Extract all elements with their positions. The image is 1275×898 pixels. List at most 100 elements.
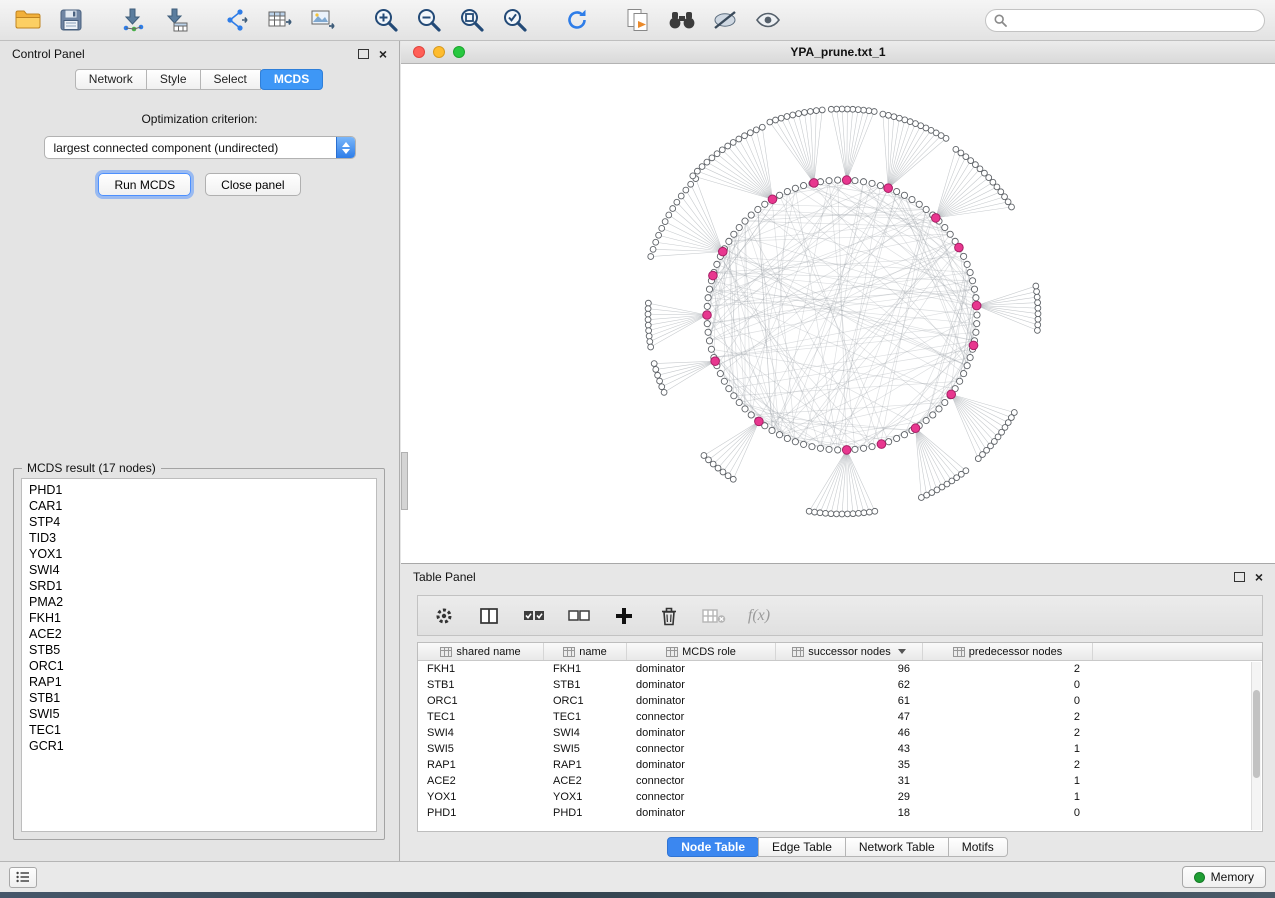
network-scrollbar[interactable] <box>401 452 408 510</box>
delete-table-button[interactable] <box>702 604 726 628</box>
desktop-background <box>0 892 1275 898</box>
close-panel-button[interactable]: Close panel <box>205 173 300 196</box>
table-cell: dominator <box>627 695 776 707</box>
table-tab-network-table[interactable]: Network Table <box>845 837 949 857</box>
eye-icon <box>755 12 781 28</box>
criterion-dropdown[interactable]: largest connected component (undirected) <box>44 136 356 159</box>
table-row[interactable]: TEC1TEC1connector472 <box>418 709 1262 725</box>
table-row[interactable]: SWI5SWI5connector431 <box>418 741 1262 757</box>
import-table-button[interactable] <box>158 5 194 36</box>
graphics-details-button[interactable] <box>707 5 743 36</box>
mcds-result-item[interactable]: TEC1 <box>29 722 369 738</box>
table-cell: dominator <box>627 679 776 691</box>
table-toolbar: f(x) <box>417 595 1263 636</box>
show-hide-details-button[interactable] <box>750 5 786 36</box>
apply-layout-button[interactable] <box>559 5 595 36</box>
table-row[interactable]: ORC1ORC1dominator610 <box>418 693 1262 709</box>
clone-network-button[interactable] <box>621 5 657 36</box>
dropdown-stepper-icon[interactable] <box>336 137 355 158</box>
mcds-result-item[interactable]: SRD1 <box>29 578 369 594</box>
function-builder-button[interactable]: f(x) <box>747 604 771 628</box>
zoom-in-button[interactable] <box>368 5 404 36</box>
mcds-result-item[interactable]: RAP1 <box>29 674 369 690</box>
global-search-field[interactable] <box>985 9 1265 32</box>
tab-network[interactable]: Network <box>75 69 147 90</box>
mcds-result-item[interactable]: TID3 <box>29 530 369 546</box>
column-view-button[interactable] <box>477 604 501 628</box>
table-row[interactable]: ACE2ACE2connector311 <box>418 773 1262 789</box>
deselect-all-rows-button[interactable] <box>567 604 591 628</box>
mcds-result-list[interactable]: PHD1CAR1STP4TID3YOX1SWI4SRD1PMA2FKH1ACE2… <box>21 478 377 832</box>
float-panel-icon[interactable] <box>358 49 369 59</box>
table-row[interactable]: SWI4SWI4dominator462 <box>418 725 1262 741</box>
table-settings-button[interactable] <box>432 604 456 628</box>
table-tab-edge-table[interactable]: Edge Table <box>758 837 846 857</box>
mcds-result-item[interactable]: YOX1 <box>29 546 369 562</box>
network-canvas[interactable] <box>401 64 1275 563</box>
mcds-result-item[interactable]: PHD1 <box>29 482 369 498</box>
mcds-result-item[interactable]: STB5 <box>29 642 369 658</box>
close-table-panel-icon[interactable]: × <box>1255 572 1263 582</box>
create-column-button[interactable] <box>612 604 636 628</box>
tab-mcds[interactable]: MCDS <box>260 69 323 90</box>
export-image-button[interactable] <box>306 5 342 36</box>
task-history-button[interactable] <box>9 867 37 888</box>
mcds-result-item[interactable]: CAR1 <box>29 498 369 514</box>
table-cell: PHD1 <box>418 807 544 819</box>
mcds-result-item[interactable]: STP4 <box>29 514 369 530</box>
select-all-rows-button[interactable] <box>522 604 546 628</box>
export-network-icon <box>225 8 251 32</box>
table-cell: dominator <box>627 663 776 675</box>
tab-style[interactable]: Style <box>146 69 201 90</box>
table-tab-node-table[interactable]: Node Table <box>667 837 759 857</box>
mcds-result-item[interactable]: STB1 <box>29 690 369 706</box>
save-session-button[interactable] <box>53 5 89 36</box>
scrollbar-thumb[interactable] <box>1253 690 1260 778</box>
open-session-button[interactable] <box>10 5 46 36</box>
search-network-button[interactable] <box>664 5 700 36</box>
column-header-predecessor-nodes[interactable]: predecessor nodes <box>923 643 1093 660</box>
mcds-result-item[interactable]: ACE2 <box>29 626 369 642</box>
table-row[interactable]: FKH1FKH1dominator962 <box>418 661 1262 677</box>
zoom-fit-button[interactable] <box>454 5 490 36</box>
table-cell: RAP1 <box>544 759 627 771</box>
trash-icon <box>660 606 678 626</box>
export-table-button[interactable] <box>263 5 299 36</box>
column-header-shared-name[interactable]: shared name <box>418 643 544 660</box>
minimize-window-icon[interactable] <box>433 46 445 58</box>
column-header-name[interactable]: name <box>544 643 627 660</box>
run-mcds-button[interactable]: Run MCDS <box>98 173 191 196</box>
maximize-window-icon[interactable] <box>453 46 465 58</box>
table-row[interactable]: STB1STB1dominator620 <box>418 677 1262 693</box>
table-panel-titlebar: Table Panel × <box>401 564 1275 590</box>
table-tab-motifs[interactable]: Motifs <box>948 837 1008 857</box>
column-header-label: predecessor nodes <box>969 646 1063 658</box>
table-row[interactable]: PHD1PHD1dominator180 <box>418 805 1262 821</box>
zoom-selected-button[interactable] <box>497 5 533 36</box>
delete-column-button[interactable] <box>657 604 681 628</box>
mcds-result-item[interactable]: ORC1 <box>29 658 369 674</box>
export-network-button[interactable] <box>220 5 256 36</box>
optimization-criterion-label: Optimization criterion: <box>0 112 399 126</box>
mcds-result-item[interactable]: SWI4 <box>29 562 369 578</box>
network-graph[interactable] <box>401 64 1275 563</box>
import-network-button[interactable] <box>115 5 151 36</box>
mcds-result-item[interactable]: SWI5 <box>29 706 369 722</box>
column-menu-chevron-icon[interactable] <box>898 649 906 654</box>
column-header-successor-nodes[interactable]: successor nodes <box>776 643 923 660</box>
column-header-label: name <box>579 646 607 658</box>
mcds-result-item[interactable]: GCR1 <box>29 738 369 754</box>
search-input[interactable] <box>1012 13 1256 27</box>
mcds-result-item[interactable]: FKH1 <box>29 610 369 626</box>
float-table-panel-icon[interactable] <box>1234 572 1245 582</box>
tab-select[interactable]: Select <box>200 69 261 90</box>
mcds-result-item[interactable]: PMA2 <box>29 594 369 610</box>
table-row[interactable]: RAP1RAP1dominator352 <box>418 757 1262 773</box>
column-header-MCDS-role[interactable]: MCDS role <box>627 643 776 660</box>
close-window-icon[interactable] <box>413 46 425 58</box>
zoom-out-button[interactable] <box>411 5 447 36</box>
table-vertical-scrollbar[interactable] <box>1251 662 1261 830</box>
close-panel-icon[interactable]: × <box>379 49 387 59</box>
memory-button[interactable]: Memory <box>1182 866 1266 888</box>
table-row[interactable]: YOX1YOX1connector291 <box>418 789 1262 805</box>
